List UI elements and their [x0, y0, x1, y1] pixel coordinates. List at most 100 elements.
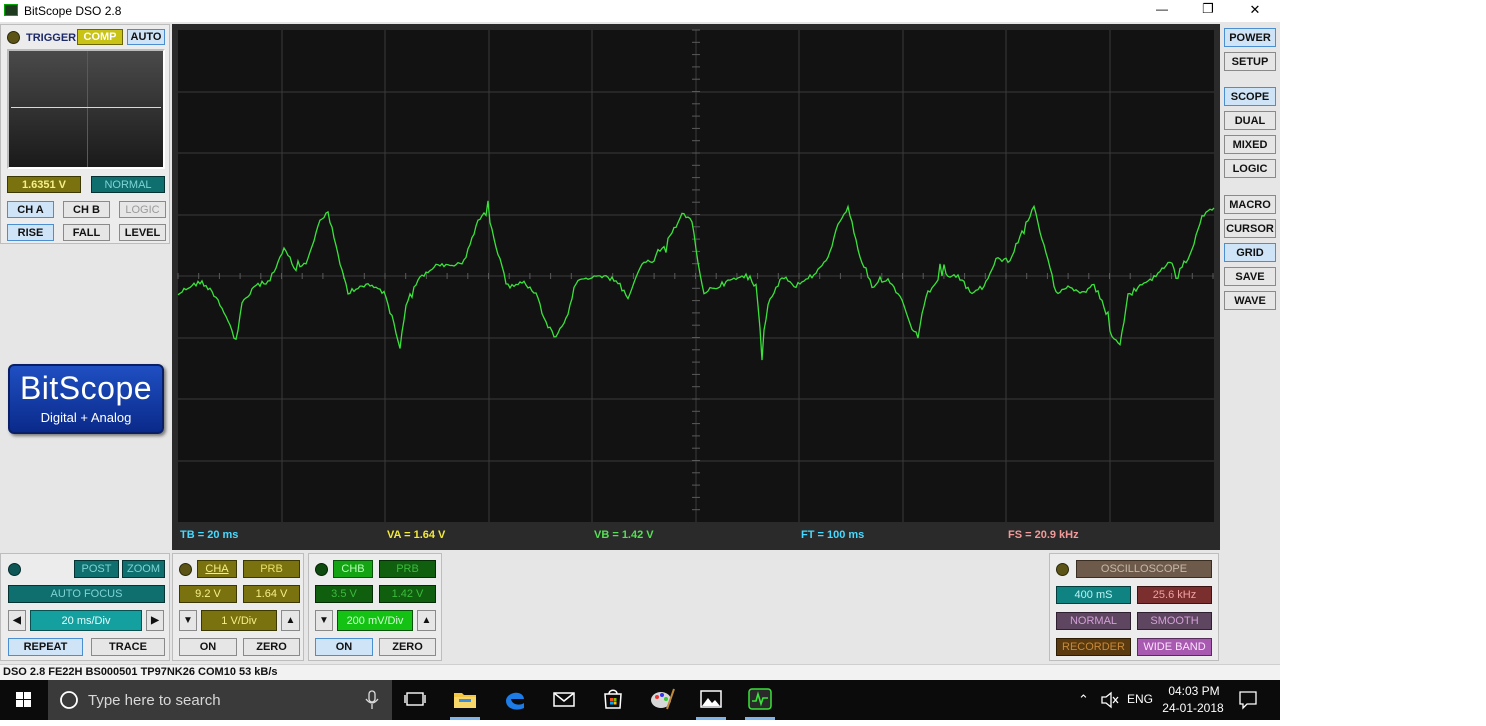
logic-button[interactable]: LOGIC	[1224, 159, 1276, 178]
volume-icon[interactable]	[1100, 691, 1120, 709]
mode-led	[1056, 563, 1069, 576]
maximize-button[interactable]: ❐	[1196, 1, 1220, 19]
trigger-source-chb[interactable]: CH B	[63, 201, 110, 218]
power-button[interactable]: POWER	[1224, 28, 1276, 47]
minimize-button[interactable]: —	[1150, 2, 1174, 20]
trigger-edge-rise[interactable]: RISE	[7, 224, 54, 241]
post-button[interactable]: POST	[74, 560, 119, 578]
dual-button[interactable]: DUAL	[1224, 111, 1276, 130]
channel-b-name[interactable]: CHB	[333, 560, 373, 578]
readout-tb: TB = 20 ms	[180, 529, 239, 541]
language-indicator[interactable]: ENG	[1127, 692, 1153, 706]
oscilloscope-mode[interactable]: OSCILLOSCOPE	[1076, 560, 1212, 578]
window-title: BitScope DSO 2.8	[24, 4, 122, 18]
clock-date[interactable]: 24-01-2018	[1158, 701, 1228, 715]
trigger-mode[interactable]: NORMAL	[91, 176, 165, 193]
channel-a-zero[interactable]: ZERO	[243, 638, 300, 656]
channel-b-on[interactable]: ON	[315, 638, 373, 656]
smooth-mode-button[interactable]: SMOOTH	[1137, 612, 1212, 630]
search-icon	[60, 691, 78, 709]
timebase-div[interactable]: 20 ms/Div	[30, 610, 142, 631]
sample-rate[interactable]: 25.6 kHz	[1137, 586, 1212, 604]
timebase-increase[interactable]: ▶	[146, 610, 164, 631]
repeat-button[interactable]: REPEAT	[8, 638, 83, 656]
windows-icon	[16, 692, 31, 707]
channel-a-offset[interactable]: 1.64 V	[243, 585, 300, 603]
readout-ft: FT = 100 ms	[801, 529, 865, 541]
scope-button[interactable]: SCOPE	[1224, 87, 1276, 106]
trigger-edge-fall[interactable]: FALL	[63, 224, 110, 241]
timebase-panel: POST ZOOM AUTO FOCUS ◀ 20 ms/Div ▶ REPEA…	[0, 553, 170, 661]
channel-a-led	[179, 563, 192, 576]
recorder-button[interactable]: RECORDER	[1056, 638, 1131, 656]
trigger-display-vline	[87, 51, 88, 167]
timebase-decrease[interactable]: ◀	[8, 610, 26, 631]
channel-a-on[interactable]: ON	[179, 638, 237, 656]
store-icon[interactable]	[598, 684, 628, 714]
notifications-icon[interactable]	[1238, 690, 1258, 710]
channel-b-div[interactable]: 200 mV/Div	[337, 610, 413, 631]
channel-b-decrease[interactable]: ▼	[315, 610, 333, 631]
trigger-source-cha[interactable]: CH A	[7, 201, 54, 218]
wave-button[interactable]: WAVE	[1224, 291, 1276, 310]
channel-a-name[interactable]: CHA	[197, 560, 237, 578]
channel-b-offset[interactable]: 1.42 V	[379, 585, 436, 603]
trigger-label: TRIGGER	[26, 32, 77, 44]
close-button[interactable]: ✕	[1242, 2, 1268, 20]
timebase-led	[8, 563, 21, 576]
edge-browser-icon[interactable]	[500, 684, 530, 714]
channel-a-increase[interactable]: ▲	[281, 610, 300, 631]
task-view-icon[interactable]	[400, 684, 430, 714]
channel-a-decrease[interactable]: ▼	[179, 610, 197, 631]
clock-time[interactable]: 04:03 PM	[1162, 684, 1226, 698]
photos-icon[interactable]	[696, 684, 726, 714]
comp-button[interactable]: COMP	[77, 29, 123, 45]
scope-screen: TB = 20 ms VA = 1.64 V VB = 1.42 V FT = …	[172, 24, 1220, 550]
bitscope-taskbar-icon[interactable]	[745, 684, 775, 714]
trigger-level-value[interactable]: 1.6351 V	[7, 176, 81, 193]
channel-a-range[interactable]: 9.2 V	[179, 585, 237, 603]
mail-icon[interactable]	[549, 684, 579, 714]
capture-duration[interactable]: 400 mS	[1056, 586, 1131, 604]
readout-fs: FS = 20.9 kHz	[1008, 529, 1079, 541]
paint-icon[interactable]	[647, 684, 677, 714]
auto-button[interactable]: AUTO	[127, 29, 165, 45]
search-box[interactable]: Type here to search	[48, 680, 392, 720]
status-bar: DSO 2.8 FE22H BS000501 TP97NK26 COM10 53…	[0, 664, 1280, 680]
trigger-level-line	[11, 107, 161, 108]
auto-focus-button[interactable]: AUTO FOCUS	[8, 585, 165, 603]
grid-button[interactable]: GRID	[1224, 243, 1276, 262]
setup-button[interactable]: SETUP	[1224, 52, 1276, 71]
channel-b-range[interactable]: 3.5 V	[315, 585, 373, 603]
trigger-source-logic[interactable]: LOGIC	[119, 201, 166, 218]
channel-b-led	[315, 563, 328, 576]
mixed-button[interactable]: MIXED	[1224, 135, 1276, 154]
cursor-button[interactable]: CURSOR	[1224, 219, 1276, 238]
logo-tagline: Digital + Analog	[40, 410, 132, 425]
channel-b-increase[interactable]: ▲	[417, 610, 436, 631]
start-button[interactable]	[0, 680, 48, 720]
save-button[interactable]: SAVE	[1224, 267, 1276, 286]
wide-band-button[interactable]: WIDE BAND	[1137, 638, 1212, 656]
taskbar: Type here to search ⌃ ENG 04:03 PM 24-01…	[0, 680, 1280, 720]
normal-mode-button[interactable]: NORMAL	[1056, 612, 1131, 630]
file-explorer-icon[interactable]	[450, 684, 480, 714]
trigger-display	[7, 49, 165, 169]
trace-button[interactable]: TRACE	[91, 638, 165, 656]
channel-a-div[interactable]: 1 V/Div	[201, 610, 277, 631]
channel-a-probe[interactable]: PRB	[243, 560, 300, 578]
microphone-icon[interactable]	[364, 690, 380, 710]
channel-b-zero[interactable]: ZERO	[379, 638, 436, 656]
zoom-button[interactable]: ZOOM	[122, 560, 165, 578]
explorer-active-indicator	[450, 717, 480, 720]
photos-active-indicator	[696, 717, 726, 720]
search-placeholder: Type here to search	[88, 692, 221, 709]
scope-graticule	[177, 29, 1215, 522]
show-hidden-icons[interactable]: ⌃	[1078, 692, 1094, 708]
readout-vb: VB = 1.42 V	[594, 529, 654, 541]
logo-brand: BitScope	[19, 370, 153, 406]
mode-panel: OSCILLOSCOPE 400 mS 25.6 kHz NORMAL SMOO…	[1049, 553, 1219, 661]
macro-button[interactable]: MACRO	[1224, 195, 1276, 214]
trigger-edge-level[interactable]: LEVEL	[119, 224, 166, 241]
channel-b-probe[interactable]: PRB	[379, 560, 436, 578]
